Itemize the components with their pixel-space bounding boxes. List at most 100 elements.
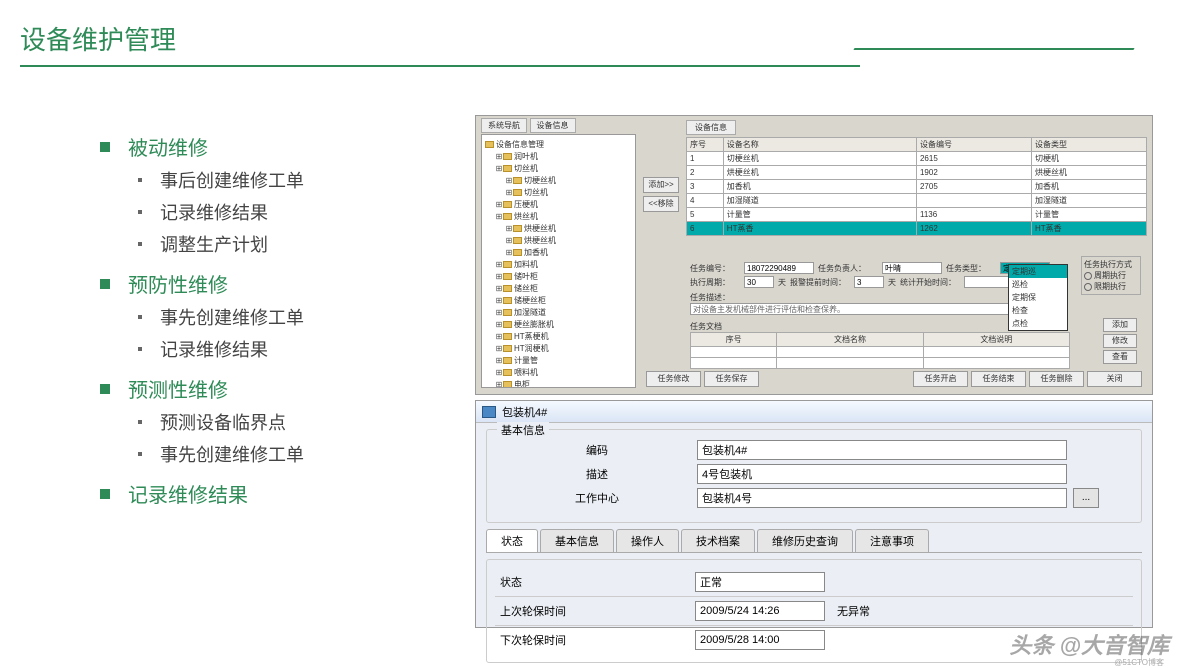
tree-node[interactable]: ⊞切梗丝机 [485, 175, 632, 186]
tree-node[interactable]: ⊞喂料机 [485, 367, 632, 378]
file-查看-button[interactable]: 查看 [1103, 350, 1137, 364]
grid-tab[interactable]: 设备信息 [686, 120, 736, 135]
cell: 切梗丝机 [723, 152, 916, 166]
col-header[interactable]: 序号 [687, 138, 724, 152]
col-header[interactable]: 设备名称 [723, 138, 916, 152]
last-maint-value[interactable] [695, 601, 825, 621]
expand-icon[interactable]: ⊞ [495, 368, 503, 377]
expand-icon[interactable]: ⊞ [505, 248, 513, 257]
files-table[interactable]: 序号文档名称文档说明 [690, 332, 1070, 369]
tab-equipment[interactable]: 设备信息 [530, 118, 576, 133]
state-value[interactable] [695, 572, 825, 592]
add-button[interactable]: 添加>> [643, 177, 679, 193]
task-start-button[interactable]: 任务开启 [913, 371, 968, 387]
expand-icon[interactable]: ⊞ [495, 296, 503, 305]
expand-icon[interactable]: ⊞ [495, 260, 503, 269]
tree-node[interactable]: ⊞HT润梗机 [485, 343, 632, 354]
expand-icon[interactable]: ⊞ [495, 164, 503, 173]
col-header[interactable]: 文档说明 [923, 333, 1069, 347]
desc-input[interactable]: 对设备主发机械部件进行评估和检查保养。 [690, 303, 1050, 315]
expand-icon[interactable]: ⊞ [495, 200, 503, 209]
expand-icon[interactable]: ⊞ [505, 176, 513, 185]
browse-button[interactable]: ... [1073, 488, 1099, 508]
table-row[interactable]: 5计量管1136计量管 [687, 208, 1147, 222]
remove-button[interactable]: <<移除 [643, 196, 679, 212]
table-row[interactable]: 1切梗丝机2615切梗机 [687, 152, 1147, 166]
next-maint-value[interactable] [695, 630, 825, 650]
expand-icon[interactable]: ⊞ [505, 236, 513, 245]
expand-icon[interactable]: ⊞ [495, 212, 503, 221]
dropdown-option[interactable]: 定期巡 [1009, 265, 1067, 278]
dropdown-option[interactable]: 巡检 [1009, 278, 1067, 291]
expand-icon[interactable]: ⊞ [495, 308, 503, 317]
table-row[interactable]: 6HT蒸香1262HT蒸香 [687, 222, 1147, 236]
tab-3[interactable]: 技术档案 [681, 529, 755, 552]
tab-2[interactable]: 操作人 [616, 529, 679, 552]
tree-node[interactable]: ⊞烘丝机 [485, 211, 632, 222]
expand-icon[interactable]: ⊞ [495, 152, 503, 161]
equipment-table[interactable]: 序号设备名称设备编号设备类型 1切梗丝机2615切梗机2烘梗丝机1902烘梗丝机… [686, 137, 1147, 236]
dropdown-option[interactable]: 检查 [1009, 304, 1067, 317]
tree-panel[interactable]: 设备信息管理 ⊞润叶机⊞切丝机⊞切梗丝机⊞切丝机⊞压梗机⊞烘丝机⊞烘梗丝机⊞烘梗… [481, 134, 636, 388]
desc-input[interactable] [697, 464, 1067, 484]
dropdown-option[interactable]: 定期保 [1009, 291, 1067, 304]
tab-5[interactable]: 注意事项 [855, 529, 929, 552]
tree-node[interactable]: ⊞加料机 [485, 259, 632, 270]
task-type-dropdown[interactable]: 定期巡巡检定期保检查点检 [1008, 264, 1068, 331]
tree-node[interactable]: ⊞储叶柜 [485, 271, 632, 282]
cycle-input[interactable] [744, 276, 774, 288]
radio-periodic[interactable]: 周期执行 [1084, 270, 1138, 281]
tab-1[interactable]: 基本信息 [540, 529, 614, 552]
center-input[interactable] [697, 488, 1067, 508]
col-header[interactable]: 设备编号 [916, 138, 1031, 152]
expand-icon[interactable]: ⊞ [505, 224, 513, 233]
alert-input[interactable] [854, 276, 884, 288]
tree-node[interactable]: ⊞梗丝膨胀机 [485, 319, 632, 330]
tree-node[interactable]: ⊞烘梗丝机 [485, 223, 632, 234]
task-save-button[interactable]: 任务保存 [704, 371, 759, 387]
tree-root[interactable]: 设备信息管理 [496, 140, 544, 149]
expand-icon[interactable]: ⊞ [495, 380, 503, 388]
expand-icon[interactable]: ⊞ [495, 356, 503, 365]
tree-node[interactable]: ⊞加湿隧道 [485, 307, 632, 318]
file-修改-button[interactable]: 修改 [1103, 334, 1137, 348]
task-modify-button[interactable]: 任务修改 [646, 371, 701, 387]
expand-icon[interactable]: ⊞ [495, 320, 503, 329]
tree-node[interactable]: ⊞烘梗丝机 [485, 235, 632, 246]
tab-0[interactable]: 状态 [486, 529, 538, 552]
col-header[interactable]: 文档名称 [777, 333, 923, 347]
tree-node[interactable]: ⊞电柜 [485, 379, 632, 388]
code-input[interactable] [697, 440, 1067, 460]
tab-4[interactable]: 维修历史查询 [757, 529, 853, 552]
tree-node[interactable]: ⊞计量管 [485, 355, 632, 366]
expand-icon[interactable]: ⊞ [495, 284, 503, 293]
owner-input[interactable] [882, 262, 942, 274]
tree-node[interactable]: ⊞HT蒸梗机 [485, 331, 632, 342]
radio-deadline[interactable]: 限期执行 [1084, 281, 1138, 292]
tree-node[interactable]: ⊞润叶机 [485, 151, 632, 162]
tree-node[interactable]: ⊞切丝机 [485, 163, 632, 174]
table-row[interactable]: 4加湿隧道加湿隧道 [687, 194, 1147, 208]
tree-node[interactable]: ⊞储梗丝柜 [485, 295, 632, 306]
dropdown-option[interactable]: 点检 [1009, 317, 1067, 330]
task-delete-button[interactable]: 任务删除 [1029, 371, 1084, 387]
expand-icon[interactable]: ⊞ [505, 188, 513, 197]
square-icon [100, 142, 110, 152]
table-row[interactable]: 3加香机2705加香机 [687, 180, 1147, 194]
task-id-input[interactable] [744, 262, 814, 274]
task-end-button[interactable]: 任务结束 [971, 371, 1026, 387]
start-input[interactable] [964, 276, 1014, 288]
tree-node[interactable]: ⊞压梗机 [485, 199, 632, 210]
expand-icon[interactable]: ⊞ [495, 344, 503, 353]
tree-node[interactable]: ⊞储丝柜 [485, 283, 632, 294]
close-button[interactable]: 关闭 [1087, 371, 1142, 387]
tab-sysnav[interactable]: 系统导航 [481, 118, 527, 133]
expand-icon[interactable]: ⊞ [495, 332, 503, 341]
file-添加-button[interactable]: 添加 [1103, 318, 1137, 332]
tree-node[interactable]: ⊞切丝机 [485, 187, 632, 198]
tree-node[interactable]: ⊞加香机 [485, 247, 632, 258]
table-row[interactable]: 2烘梗丝机1902烘梗丝机 [687, 166, 1147, 180]
col-header[interactable]: 序号 [691, 333, 777, 347]
col-header[interactable]: 设备类型 [1031, 138, 1146, 152]
expand-icon[interactable]: ⊞ [495, 272, 503, 281]
